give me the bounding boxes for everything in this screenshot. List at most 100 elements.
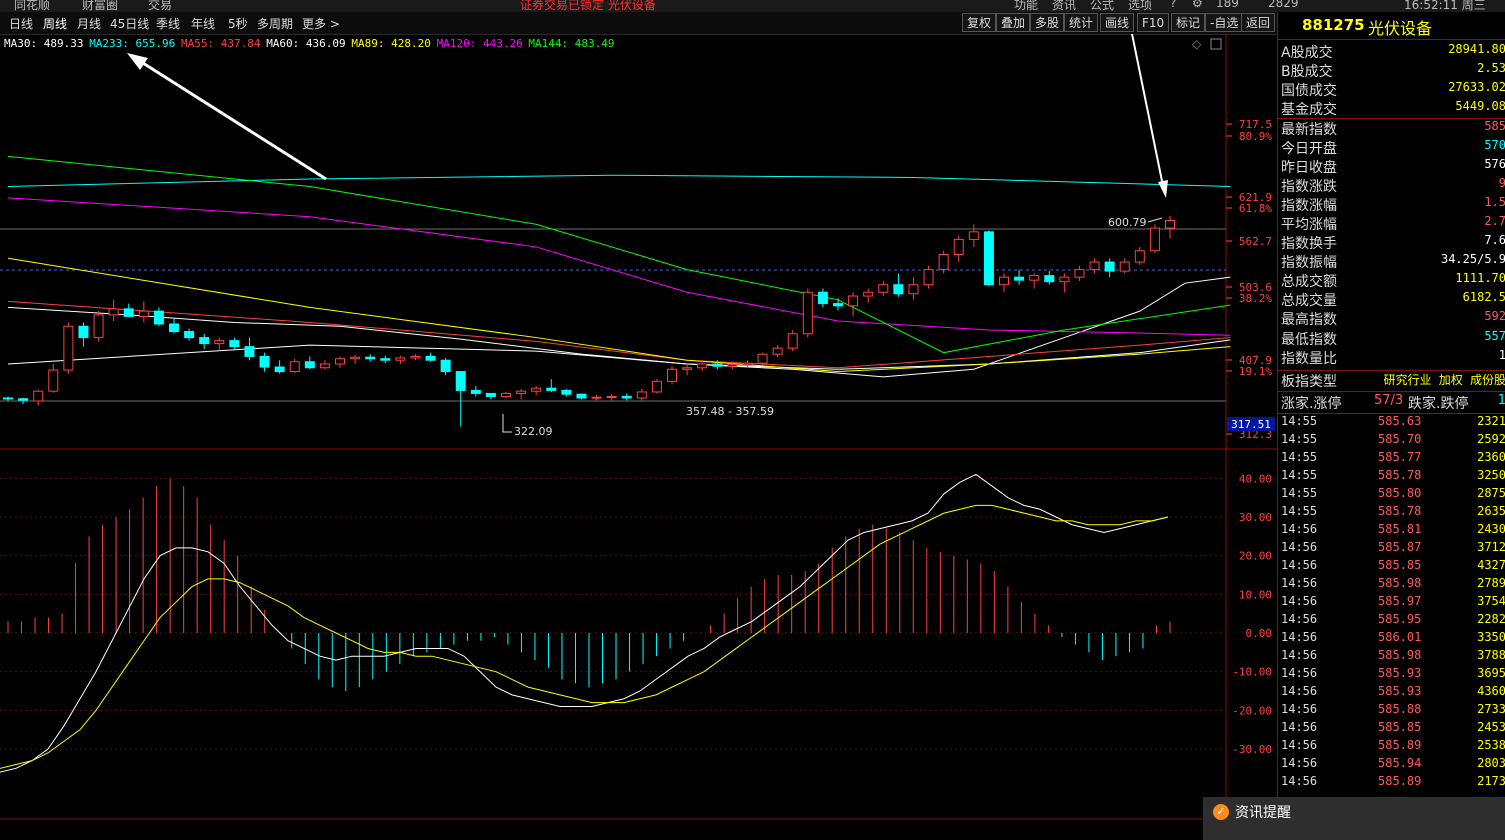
tick-volume: 2173 — [1477, 774, 1505, 788]
candle — [501, 391, 511, 398]
multi-stock-button[interactable]: 多股 — [1030, 13, 1065, 32]
quote-row: 基金成交 5449.08 — [1278, 99, 1505, 118]
quote-label: 总成交额 — [1281, 274, 1337, 291]
menu-item-formula[interactable]: 公式 — [1090, 0, 1114, 12]
tick-volume: 3712 — [1477, 540, 1505, 554]
tick-time: 14:56 — [1281, 594, 1318, 608]
news-popup[interactable]: ✓ 资讯提醒 — [1203, 797, 1505, 840]
candle — [1149, 224, 1160, 253]
draw-line-button[interactable]: 画线 — [1100, 13, 1135, 32]
ma-legend-item: MA233: 655.96 — [89, 37, 175, 50]
back-button[interactable]: 返回 — [1241, 13, 1276, 32]
candle-body — [1014, 276, 1025, 281]
quote-row: 今日开盘 570 — [1278, 138, 1505, 157]
ma-lines — [7, 155, 1231, 378]
settings-icon[interactable]: ⚙ — [1192, 0, 1203, 10]
tick-row: 14:56 585.95 2282 — [1278, 612, 1505, 630]
low-annotation-line — [502, 414, 512, 433]
tick-time: 14:56 — [1281, 576, 1318, 590]
tick-time: 14:55 — [1281, 486, 1318, 500]
quote-label: 最高指数 — [1281, 312, 1337, 329]
help-icon[interactable]: ? — [1170, 0, 1176, 10]
macd-tick-label: -20.00 — [1232, 704, 1272, 717]
tab-45day[interactable]: 45日线 — [110, 15, 149, 32]
macd-dea-line — [0, 504, 1169, 769]
menu-item-function[interactable]: 功能 — [1014, 0, 1038, 12]
candle-body — [561, 389, 572, 395]
overlay-button[interactable]: 叠加 — [996, 13, 1031, 32]
tick-price: 586.01 — [1378, 630, 1422, 644]
menu-item-ths[interactable]: 同花顺 — [14, 0, 50, 12]
f10-button[interactable]: F10 — [1137, 13, 1170, 32]
ma-legend-item: MA30: 489.33 — [4, 37, 83, 50]
candle — [319, 360, 330, 370]
candle — [1089, 258, 1100, 274]
kline-chart[interactable]: MA30: 489.33 MA233: 655.96 MA55: 437.84 MA6… — [0, 34, 1277, 840]
tick-row: 14:55 585.78 3250 — [1278, 468, 1505, 486]
tick-row: 14:56 585.97 3754 — [1278, 594, 1505, 612]
tab-quarterly[interactable]: 季线 — [156, 15, 180, 32]
news-icon: ✓ — [1213, 804, 1229, 820]
candle-body — [410, 355, 421, 359]
tab-yearly[interactable]: 年线 — [191, 15, 215, 32]
mark-button[interactable]: 标记 — [1171, 13, 1206, 32]
candle-body — [93, 314, 104, 339]
stats-button[interactable]: 统计 — [1064, 13, 1099, 32]
menu-item-wealth[interactable]: 财富圈 — [82, 0, 118, 12]
price-tick-label: 61.8% — [1239, 202, 1272, 215]
candle — [682, 363, 693, 376]
tick-row: 14:56 585.94 2803 — [1278, 756, 1505, 774]
menu-item-info[interactable]: 资讯 — [1052, 0, 1076, 12]
candle-body — [591, 396, 602, 399]
tick-time: 14:56 — [1281, 684, 1318, 698]
tick-price: 585.89 — [1378, 774, 1422, 788]
self-select-button[interactable]: -自选 — [1205, 13, 1244, 32]
candle — [576, 393, 587, 400]
candle-body — [817, 291, 828, 305]
candle-body — [123, 308, 134, 317]
tab-monthly[interactable]: 月线 — [77, 15, 101, 32]
candle — [667, 366, 677, 385]
tab-weekly[interactable]: 周线 — [43, 15, 67, 32]
candle — [546, 379, 557, 392]
tick-volume: 3250 — [1477, 468, 1505, 482]
menu-item-options[interactable]: 选项 — [1128, 0, 1152, 12]
quote-label: 指数换手 — [1281, 236, 1337, 252]
high-annotation: 600.79 — [1108, 216, 1147, 229]
tab-5sec[interactable]: 5秒 — [228, 15, 248, 32]
tab-daily[interactable]: 日线 — [9, 15, 33, 32]
tick-volume: 4360 — [1477, 684, 1505, 698]
tab-more[interactable]: 更多 > — [302, 15, 340, 32]
candle — [48, 363, 59, 393]
price-tick-label: 19.1% — [1239, 365, 1272, 378]
quote-row: 最新指数 585 — [1278, 118, 1505, 138]
candle — [440, 357, 451, 376]
candle — [516, 388, 527, 400]
candle — [878, 280, 889, 297]
board-type-value[interactable]: 研究行业 加权 成份股 — [1384, 371, 1505, 388]
quote-label: 昨日收盘 — [1281, 159, 1337, 176]
candle-body — [787, 333, 798, 349]
arrow-right-head — [1158, 180, 1168, 198]
tick-row: 14:56 585.93 4360 — [1278, 684, 1505, 702]
candle-body — [380, 358, 391, 361]
candle — [591, 394, 602, 401]
current-price-tag-label: 317.51 — [1231, 418, 1271, 431]
tick-row: 14:55 585.80 2875 — [1278, 486, 1505, 504]
ma-legend-item: MA60: 436.09 — [266, 37, 345, 50]
candle-body — [1044, 275, 1055, 283]
candle-body — [863, 291, 874, 297]
candle — [848, 292, 859, 317]
quote-label: 指数涨跌 — [1281, 178, 1337, 195]
period-toolbar: 日线 周线 月线 45日线 季线 年线 5秒 多周期 更多 > 复权 叠加 多股… — [0, 12, 1277, 35]
candle-body — [289, 361, 300, 373]
quote-row: 最低指数 557 — [1278, 329, 1505, 348]
quote-row: 指数涨跌 9 — [1278, 176, 1505, 195]
quote-value: 9 — [1498, 175, 1505, 190]
tick-row: 14:56 585.93 3695 — [1278, 666, 1505, 684]
tick-volume: 2592 — [1477, 432, 1505, 446]
tick-row: 14:56 585.89 2173 — [1278, 774, 1505, 792]
menu-item-trade[interactable]: 交易 — [148, 0, 172, 12]
adjust-button[interactable]: 复权 — [962, 13, 997, 32]
tab-multi-period[interactable]: 多周期 — [257, 15, 293, 32]
